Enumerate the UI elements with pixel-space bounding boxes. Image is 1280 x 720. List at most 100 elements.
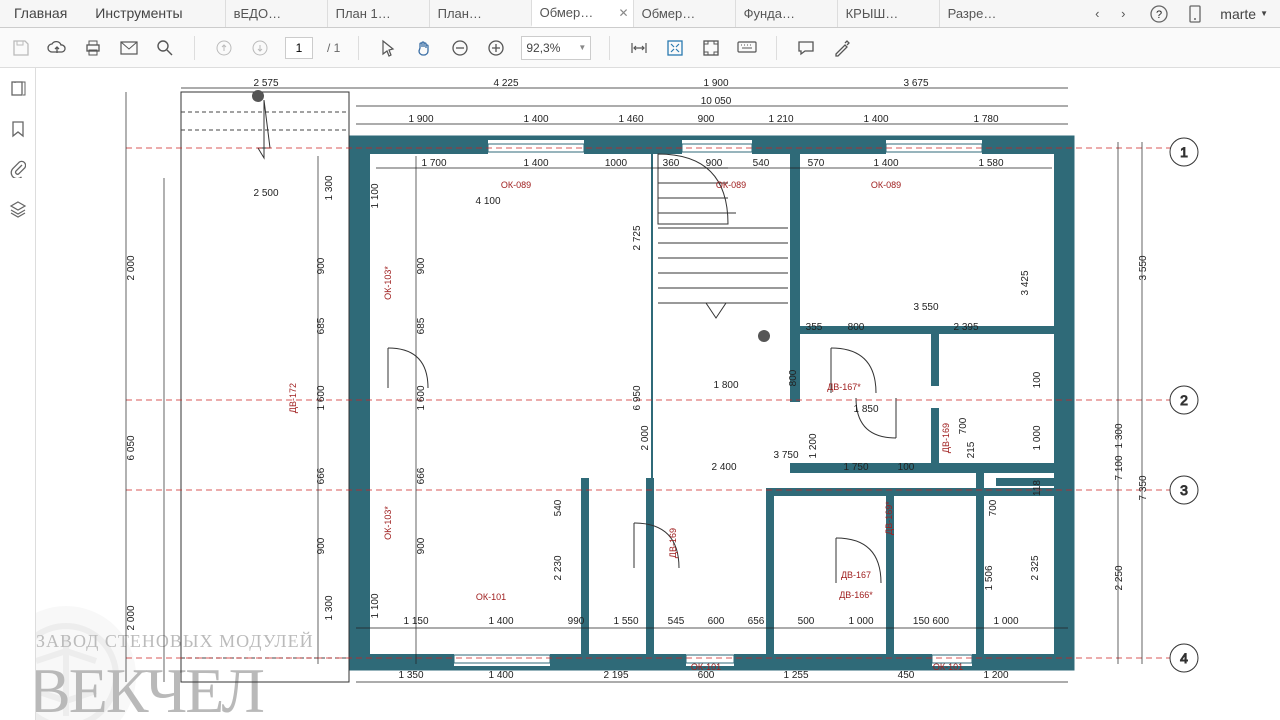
doc-tab[interactable]: План 1… [327,0,429,27]
svg-text:ОК-103*: ОК-103* [383,266,393,300]
svg-text:1 150: 1 150 [403,616,428,627]
print-icon[interactable] [82,37,104,59]
tab-home[interactable]: Главная [0,0,81,27]
doc-tab[interactable]: КРЫШ… [837,0,939,27]
svg-text:360: 360 [663,158,680,169]
svg-text:6 950: 6 950 [632,385,643,410]
doc-tab[interactable]: Обмер… [633,0,735,27]
svg-text:1 700: 1 700 [421,158,446,169]
zoom-select[interactable]: 92,3%▼ [521,36,591,60]
svg-text:1 460: 1 460 [618,114,643,125]
svg-text:1 400: 1 400 [488,670,513,681]
zoom-out-icon[interactable] [449,37,471,59]
tab-tools[interactable]: Инструменты [81,0,196,27]
svg-text:666: 666 [316,467,327,484]
svg-text:ДВ-167: ДВ-167 [841,570,871,580]
svg-text:700: 700 [988,499,999,516]
pages-panel-icon[interactable] [7,78,29,100]
svg-text:2 000: 2 000 [126,255,137,280]
attachment-panel-icon[interactable] [7,158,29,180]
comment-icon[interactable] [795,37,817,59]
svg-text:800: 800 [848,322,865,333]
svg-text:1 000: 1 000 [1032,425,1043,450]
pencil-icon[interactable] [831,37,853,59]
svg-text:1 400: 1 400 [873,158,898,169]
page-down-icon[interactable] [249,37,271,59]
svg-text:1 000: 1 000 [848,616,873,627]
next-tab-icon[interactable]: › [1112,3,1134,25]
page-number-input[interactable] [285,37,313,59]
svg-text:1 900: 1 900 [703,78,728,89]
svg-text:1 800: 1 800 [713,380,738,391]
keyboard-icon[interactable] [736,37,758,59]
layers-panel-icon[interactable] [7,198,29,220]
pointer-icon[interactable] [377,37,399,59]
svg-text:2 250: 2 250 [1114,565,1125,590]
svg-text:1: 1 [1180,144,1188,160]
svg-text:2 000: 2 000 [126,605,137,630]
svg-text:1 300: 1 300 [324,175,335,200]
svg-text:3 550: 3 550 [1138,255,1149,280]
svg-text:1 550: 1 550 [613,616,638,627]
tab-bar: Главная Инструменты вЕДО… План 1… План… … [0,0,1280,28]
svg-text:118: 118 [1032,480,1043,496]
svg-text:ОК-089: ОК-089 [716,180,746,190]
doc-tab[interactable]: вЕДО… [225,0,327,27]
page-up-icon[interactable] [213,37,235,59]
prev-tab-icon[interactable]: ‹ [1086,3,1108,25]
svg-text:2 500: 2 500 [253,188,278,199]
doc-tab[interactable]: Разре… [939,0,1041,27]
save-icon[interactable] [10,37,32,59]
svg-text:7 100: 7 100 [1114,455,1125,480]
svg-text:900: 900 [698,114,715,125]
doc-tab[interactable]: План… [429,0,531,27]
doc-tab-active[interactable]: Обмер…✕ [531,0,633,27]
svg-text:545: 545 [668,616,685,627]
fullscreen-icon[interactable] [700,37,722,59]
svg-text:1 400: 1 400 [863,114,888,125]
bookmark-panel-icon[interactable] [7,118,29,140]
toolbar: / 1 92,3%▼ [0,28,1280,68]
svg-text:ДВ-169: ДВ-169 [668,528,678,558]
zoom-in-icon[interactable] [485,37,507,59]
svg-text:ОК-101: ОК-101 [691,662,721,672]
svg-text:540: 540 [753,158,770,169]
drawing-canvas[interactable]: ЗАВОД СТЕНОВЫХ МОДУЛЕЙ ВЕКЧЕЛ 420 x 297 … [36,68,1280,720]
svg-text:ОК-101: ОК-101 [933,662,963,672]
close-icon[interactable]: ✕ [619,6,629,20]
cloud-icon[interactable] [46,37,68,59]
svg-text:ОК-103*: ОК-103* [383,506,393,540]
fit-page-icon[interactable] [664,37,686,59]
svg-text:500: 500 [798,616,815,627]
svg-text:1 100: 1 100 [370,593,381,618]
svg-text:3 750: 3 750 [773,450,798,461]
svg-text:700: 700 [958,417,969,434]
user-menu[interactable]: marte▼ [1220,6,1268,22]
svg-text:1 750: 1 750 [843,462,868,473]
help-icon[interactable]: ? [1148,3,1170,25]
svg-text:990: 990 [568,616,585,627]
svg-text:ДВ-169: ДВ-169 [941,423,951,453]
svg-text:656: 656 [748,616,765,627]
svg-text:3: 3 [1180,482,1188,498]
svg-text:1 100: 1 100 [370,183,381,208]
doc-tab[interactable]: Фунда… [735,0,837,27]
svg-text:1 600: 1 600 [416,385,427,410]
svg-text:1000: 1000 [605,158,628,169]
svg-text:6 050: 6 050 [126,435,137,460]
svg-text:685: 685 [316,317,327,334]
svg-text:2 000: 2 000 [640,425,651,450]
svg-text:900: 900 [416,257,427,274]
hand-icon[interactable] [413,37,435,59]
fit-width-icon[interactable] [628,37,650,59]
svg-text:4: 4 [1180,650,1188,666]
svg-text:1 200: 1 200 [983,670,1008,681]
svg-text:1 255: 1 255 [783,670,808,681]
svg-text:800: 800 [788,369,799,386]
search-icon[interactable] [154,37,176,59]
svg-text:ДВ-172: ДВ-172 [288,383,298,413]
svg-text:2 195: 2 195 [603,670,628,681]
svg-text:4 225: 4 225 [493,78,518,89]
device-icon[interactable] [1184,3,1206,25]
mail-icon[interactable] [118,37,140,59]
